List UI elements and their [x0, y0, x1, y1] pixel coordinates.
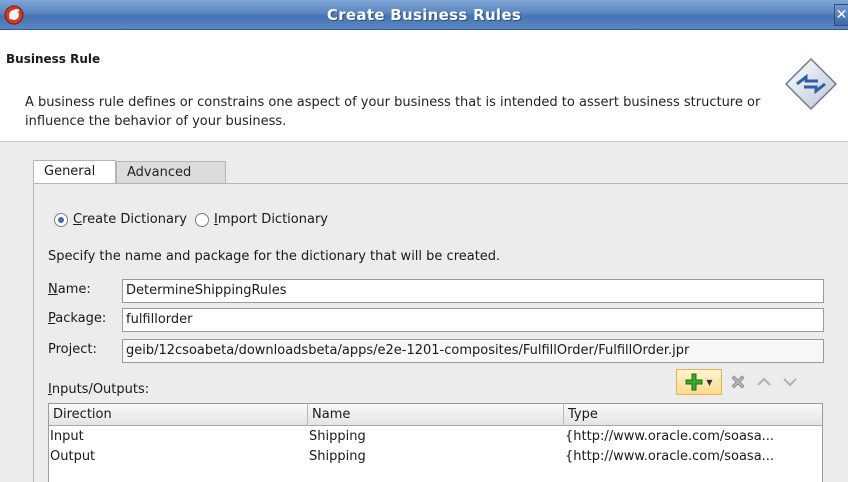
- delete-io-button[interactable]: [728, 372, 748, 392]
- package-field[interactable]: fulfillorder: [122, 308, 824, 332]
- tab-general[interactable]: General: [33, 160, 116, 184]
- column-header-name[interactable]: Name: [308, 404, 564, 426]
- delete-x-icon: [731, 375, 745, 389]
- window-title: Create Business Rules: [326, 6, 522, 24]
- chevron-down-icon: ▼: [706, 377, 713, 387]
- move-down-button[interactable]: [780, 372, 800, 392]
- move-down-icon: [783, 378, 797, 387]
- header-description: A business rule defines or constrains on…: [25, 95, 761, 129]
- package-label: Package:: [48, 311, 107, 326]
- table-header: Direction Name Type: [49, 404, 822, 426]
- io-table: Direction Name Type Input Shipping {http…: [48, 403, 823, 482]
- instruction-text: Specify the name and package for the dic…: [48, 249, 501, 264]
- dialog-header: Business Rule A business rule defines or…: [0, 30, 848, 141]
- row-name: Shipping: [309, 449, 366, 464]
- header-title: Business Rule: [6, 52, 101, 66]
- name-label: Name:: [48, 282, 91, 297]
- general-panel: Create Dictionary Import Dictionary Spec…: [33, 183, 848, 482]
- row-type: {http://www.oracle.com/soasa...: [565, 429, 775, 444]
- row-direction: Input: [50, 429, 84, 444]
- table-row[interactable]: Input Shipping {http://www.oracle.com/so…: [49, 427, 822, 447]
- dictionary-mode-group: Create Dictionary Import Dictionary: [54, 212, 336, 227]
- create-dictionary-radio[interactable]: [54, 212, 68, 227]
- io-toolbar: ▼: [676, 368, 806, 396]
- row-type: {http://www.oracle.com/soasa...: [565, 449, 775, 464]
- title-bar: Create Business Rules ✕: [0, 0, 848, 30]
- row-direction: Output: [50, 449, 96, 464]
- row-name: Shipping: [309, 429, 366, 444]
- move-up-button[interactable]: [754, 372, 774, 392]
- create-dictionary-label[interactable]: Create Dictionary: [73, 212, 187, 227]
- close-button[interactable]: ✕: [834, 4, 848, 26]
- import-dictionary-label[interactable]: Import Dictionary: [214, 212, 328, 227]
- import-dictionary-radio[interactable]: [195, 212, 210, 227]
- tab-advanced[interactable]: Advanced: [116, 161, 226, 184]
- business-rule-diamond-icon: [784, 57, 838, 111]
- column-header-direction[interactable]: Direction: [49, 404, 308, 426]
- project-label: Project:: [48, 342, 97, 357]
- add-io-button[interactable]: ▼: [676, 369, 722, 395]
- dialog-body: General Advanced Create Dictionary Impor…: [0, 142, 848, 482]
- column-header-type[interactable]: Type: [564, 404, 822, 426]
- project-field[interactable]: geib/12csoabeta/downloadsbeta/apps/e2e-1…: [122, 339, 824, 363]
- table-row[interactable]: Output Shipping {http://www.oracle.com/s…: [49, 447, 822, 467]
- plus-icon: [685, 373, 703, 391]
- name-field[interactable]: DetermineShippingRules: [122, 279, 824, 303]
- inputs-outputs-label: Inputs/Outputs:: [48, 382, 150, 397]
- move-up-icon: [757, 377, 771, 386]
